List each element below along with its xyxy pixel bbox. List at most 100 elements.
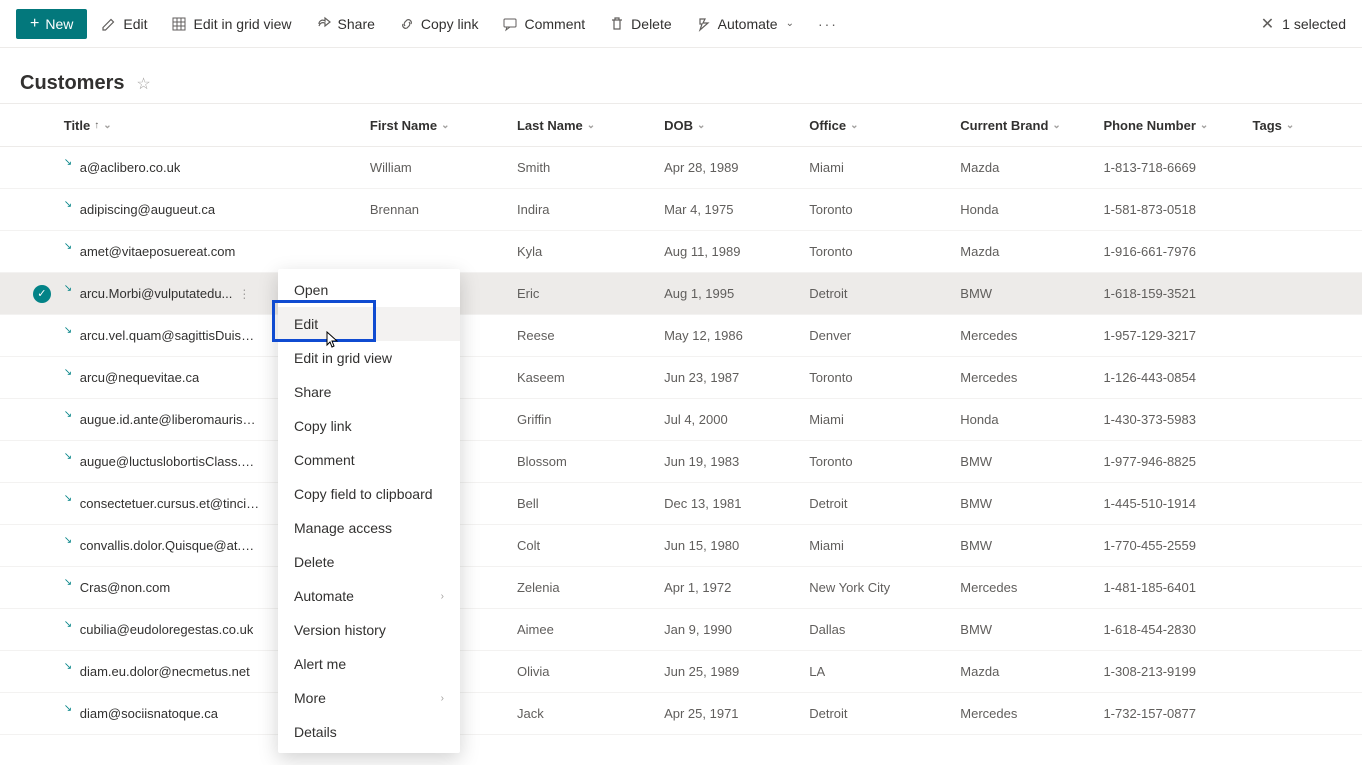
- table-row[interactable]: ↘diam@sociisnatoque.caJackApr 25, 1971De…: [0, 693, 1362, 735]
- cell-office: Miami: [809, 160, 960, 175]
- cell-office: Miami: [809, 412, 960, 427]
- grid-header-row: Title ↑ ⌄ First Name ⌄ Last Name ⌄ DOB ⌄…: [0, 103, 1362, 147]
- table-row[interactable]: ↘augue.id.ante@liberomaurisaliquaGriffin…: [0, 399, 1362, 441]
- cell-brand: BMW: [960, 496, 1103, 511]
- table-row[interactable]: ✓↘arcu.Morbi@vulputatedu...⋮EricAug 1, 1…: [0, 273, 1362, 315]
- cell-brand: BMW: [960, 538, 1103, 553]
- cell-brand: Mazda: [960, 160, 1103, 175]
- cell-office: New York City: [809, 580, 960, 595]
- header-brand[interactable]: Current Brand ⌄: [960, 118, 1103, 133]
- cell-last-name: Aimee: [517, 622, 664, 637]
- context-copy-link[interactable]: Copy link: [278, 409, 460, 443]
- trash-icon: [609, 16, 625, 32]
- comment-button-label: Comment: [524, 16, 585, 32]
- cell-title[interactable]: ↘a@aclibero.co.uk: [64, 160, 370, 175]
- cell-title-text: arcu.vel.quam@sagittisDuisgravid: [80, 328, 260, 343]
- drag-handle-icon[interactable]: ⋮: [238, 287, 250, 301]
- edit-button[interactable]: Edit: [91, 10, 157, 38]
- cell-brand: Honda: [960, 412, 1103, 427]
- context-manage-access[interactable]: Manage access: [278, 511, 460, 545]
- header-tags-label: Tags: [1253, 118, 1282, 133]
- table-row[interactable]: ↘convallis.dolor.Quisque@at.co.ukColtJun…: [0, 525, 1362, 567]
- table-row[interactable]: ↘a@aclibero.co.ukWilliamSmithApr 28, 198…: [0, 147, 1362, 189]
- cell-title[interactable]: ↘adipiscing@augueut.ca: [64, 202, 370, 217]
- table-row[interactable]: ↘cubilia@eudoloregestas.co.ukAimeeJan 9,…: [0, 609, 1362, 651]
- new-button[interactable]: + New: [16, 9, 87, 39]
- table-row[interactable]: ↘consectetuer.cursus.et@tinciduntDBellDe…: [0, 483, 1362, 525]
- header-tags[interactable]: Tags ⌄: [1253, 118, 1342, 133]
- header-first-name-label: First Name: [370, 118, 437, 133]
- comment-button[interactable]: Comment: [492, 10, 595, 38]
- cell-brand: Mercedes: [960, 706, 1103, 721]
- page-title: Customers: [20, 72, 124, 95]
- cell-brand: BMW: [960, 286, 1103, 301]
- table-row[interactable]: ↘Cras@non.comZeleniaApr 1, 1972New York …: [0, 567, 1362, 609]
- table-row[interactable]: ↘diam.eu.dolor@necmetus.netOliviaJun 25,…: [0, 651, 1362, 693]
- cell-brand: BMW: [960, 454, 1103, 469]
- cell-dob: Mar 4, 1975: [664, 202, 809, 217]
- cell-last-name: Indira: [517, 202, 664, 217]
- context-version-history[interactable]: Version history: [278, 613, 460, 647]
- context-details[interactable]: Details: [278, 715, 460, 749]
- cell-phone: 1-977-946-8825: [1103, 454, 1252, 469]
- automate-button[interactable]: Automate ⌄: [686, 10, 804, 38]
- cell-last-name: Zelenia: [517, 580, 664, 595]
- context-edit[interactable]: Edit: [278, 307, 460, 341]
- cell-dob: Jan 9, 1990: [664, 622, 809, 637]
- cell-office: Toronto: [809, 370, 960, 385]
- cell-title-text: augue@luctuslobortisClass.co.uk: [80, 454, 260, 469]
- item-type-icon: ↘: [64, 409, 76, 421]
- header-phone[interactable]: Phone Number ⌄: [1103, 118, 1252, 133]
- favorite-star-icon[interactable]: ☆: [136, 76, 150, 93]
- command-bar-right: ✕ 1 selected: [1261, 14, 1346, 34]
- context-menu: Open Edit Edit in grid view Share Copy l…: [278, 269, 460, 753]
- chevron-down-icon: ⌄: [441, 120, 449, 131]
- cell-last-name: Kaseem: [517, 370, 664, 385]
- context-alert-me[interactable]: Alert me: [278, 647, 460, 681]
- context-share[interactable]: Share: [278, 375, 460, 409]
- more-button[interactable]: ···: [808, 10, 848, 38]
- header-last-name[interactable]: Last Name ⌄: [517, 118, 664, 133]
- item-type-icon: ↘: [64, 451, 76, 463]
- more-icon: ···: [818, 16, 838, 32]
- copy-link-button[interactable]: Copy link: [389, 10, 489, 38]
- cell-title-text: diam.eu.dolor@necmetus.net: [80, 664, 250, 679]
- context-more[interactable]: More›: [278, 681, 460, 715]
- table-row[interactable]: ↘amet@vitaeposuereat.comKylaAug 11, 1989…: [0, 231, 1362, 273]
- context-comment[interactable]: Comment: [278, 443, 460, 477]
- chevron-down-icon: ⌄: [1286, 120, 1294, 131]
- header-title-label: Title: [64, 118, 91, 133]
- row-selector[interactable]: ✓: [20, 285, 64, 303]
- chevron-down-icon: ⌄: [850, 120, 858, 131]
- cell-phone: 1-813-718-6669: [1103, 160, 1252, 175]
- cell-brand: Mercedes: [960, 328, 1103, 343]
- item-type-icon: ↘: [64, 241, 76, 253]
- clear-selection-button[interactable]: ✕: [1261, 14, 1274, 34]
- context-automate[interactable]: Automate›: [278, 579, 460, 613]
- table-row[interactable]: ↘adipiscing@augueut.caBrennanIndiraMar 4…: [0, 189, 1362, 231]
- delete-button[interactable]: Delete: [599, 10, 681, 38]
- header-dob-label: DOB: [664, 118, 693, 133]
- header-title[interactable]: Title ↑ ⌄: [64, 118, 370, 133]
- share-button[interactable]: Share: [306, 10, 385, 38]
- context-edit-grid[interactable]: Edit in grid view: [278, 341, 460, 375]
- header-dob[interactable]: DOB ⌄: [664, 118, 809, 133]
- cell-last-name: Blossom: [517, 454, 664, 469]
- table-row[interactable]: ↘arcu@nequevitae.caKaseemJun 23, 1987Tor…: [0, 357, 1362, 399]
- cell-title-text: a@aclibero.co.uk: [80, 160, 181, 175]
- context-copy-field[interactable]: Copy field to clipboard: [278, 477, 460, 511]
- cell-title[interactable]: ↘amet@vitaeposuereat.com: [64, 244, 370, 259]
- context-open[interactable]: Open: [278, 273, 460, 307]
- context-delete[interactable]: Delete: [278, 545, 460, 579]
- table-row[interactable]: ↘augue@luctuslobortisClass.co.ukBlossomJ…: [0, 441, 1362, 483]
- header-first-name[interactable]: First Name ⌄: [370, 118, 517, 133]
- cell-phone: 1-732-157-0877: [1103, 706, 1252, 721]
- item-type-icon: ↘: [64, 367, 76, 379]
- cell-title-text: adipiscing@augueut.ca: [80, 202, 215, 217]
- cell-last-name: Griffin: [517, 412, 664, 427]
- header-office[interactable]: Office ⌄: [809, 118, 960, 133]
- cell-office: Dallas: [809, 622, 960, 637]
- edit-grid-button[interactable]: Edit in grid view: [161, 10, 301, 38]
- cell-phone: 1-308-213-9199: [1103, 664, 1252, 679]
- table-row[interactable]: ↘arcu.vel.quam@sagittisDuisgravidReeseMa…: [0, 315, 1362, 357]
